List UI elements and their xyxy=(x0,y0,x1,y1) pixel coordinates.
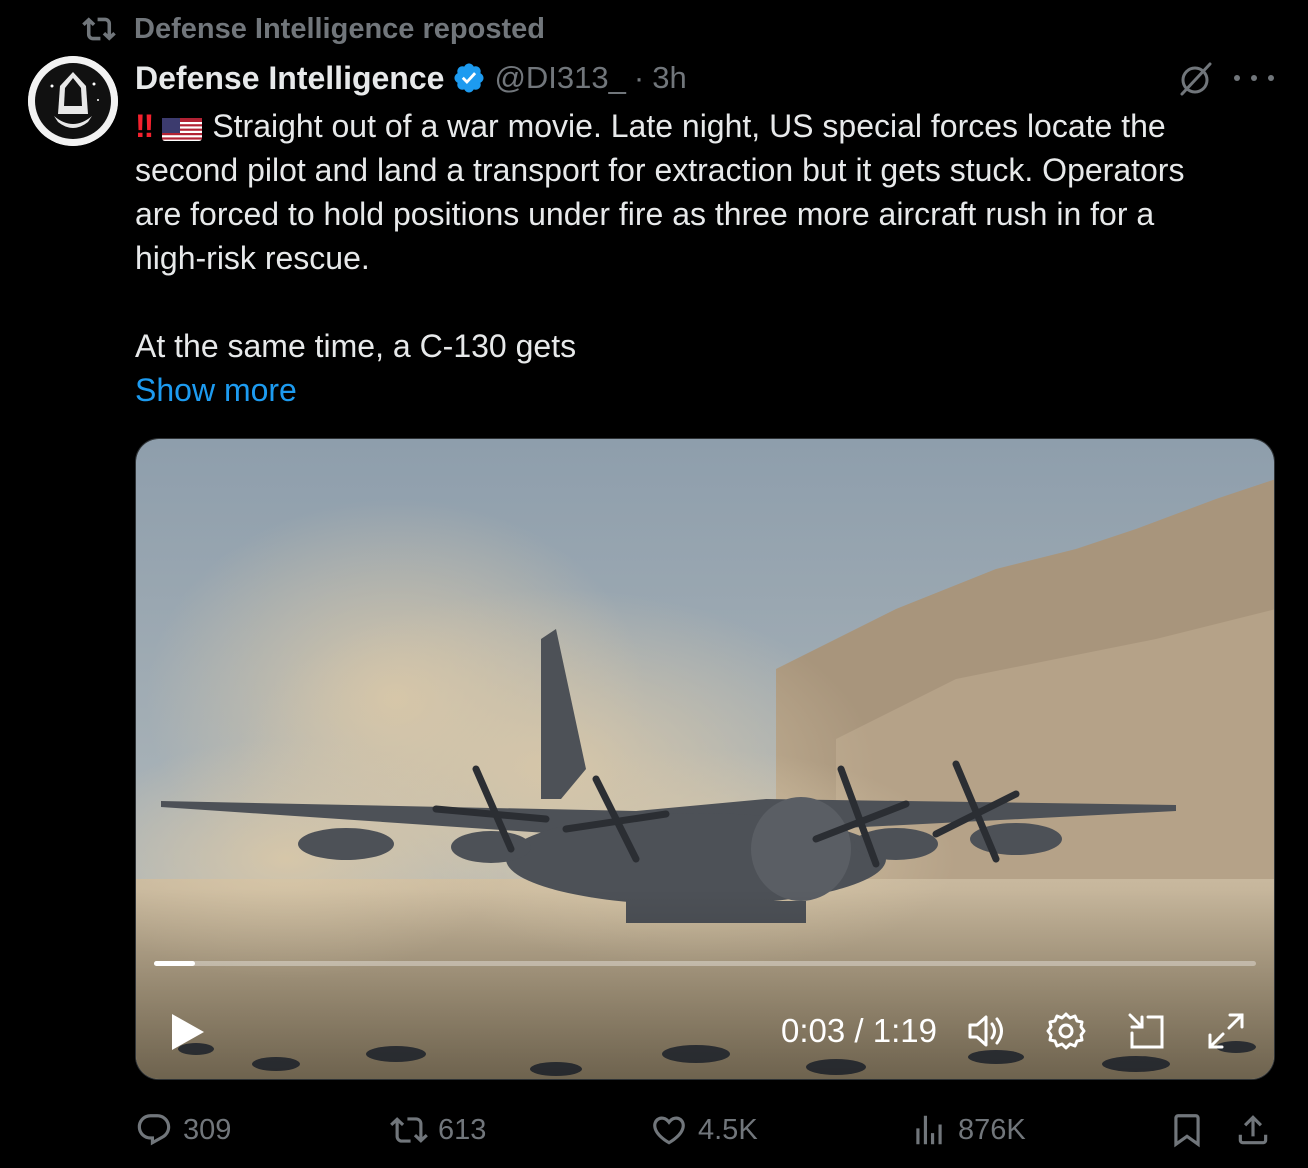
author-handle[interactable]: @DI313_ xyxy=(494,60,625,96)
post-actions: 309 613 4.5K 876K xyxy=(135,1108,1275,1152)
like-count: 4.5K xyxy=(698,1113,758,1146)
repost-label: Defense Intelligence reposted xyxy=(134,12,545,45)
video-time: 0:03 / 1:19 xyxy=(781,1012,937,1049)
play-icon[interactable] xyxy=(166,1011,208,1053)
video-player[interactable]: 0:03 / 1:19 xyxy=(135,438,1275,1080)
video-progress-bar[interactable] xyxy=(154,961,1256,966)
view-count: 876K xyxy=(958,1113,1026,1146)
heart-icon xyxy=(650,1111,688,1149)
repost-icon xyxy=(390,1111,428,1149)
post-text-line: second pilot and land a transport for ex… xyxy=(135,152,1185,188)
bookmark-icon[interactable] xyxy=(1165,1108,1209,1152)
post-text: !! Straight out of a war movie. Late nigh… xyxy=(135,104,1285,368)
reply-icon xyxy=(135,1111,173,1149)
repost-icon xyxy=(82,12,116,46)
grok-icon[interactable] xyxy=(1174,58,1216,100)
author-name[interactable]: Defense Intelligence xyxy=(135,60,444,97)
share-icon[interactable] xyxy=(1231,1108,1275,1152)
post-text-line: are forced to hold positions under fire … xyxy=(135,196,1155,232)
us-flag-icon xyxy=(162,113,203,141)
double-exclamation-icon: !! xyxy=(135,108,154,144)
reply-count: 309 xyxy=(183,1113,232,1146)
show-more-link[interactable]: Show more xyxy=(135,368,297,412)
picture-in-picture-icon[interactable] xyxy=(1124,1009,1168,1053)
post-header: Defense Intelligence @DI313_ · 3h xyxy=(135,56,687,100)
volume-icon[interactable] xyxy=(964,1009,1008,1053)
post-text-segment: Straight out of a war movie. Late night,… xyxy=(212,108,1166,144)
post-timestamp[interactable]: 3h xyxy=(652,60,686,96)
repost-button[interactable]: 613 xyxy=(390,1108,486,1152)
repost-count: 613 xyxy=(438,1113,487,1146)
post-text-line: high-risk rescue. xyxy=(135,240,370,276)
separator-dot: · xyxy=(633,60,645,95)
post-text-line: !! Straight out of a war movie. Late nigh… xyxy=(135,104,1285,148)
video-progress-fill xyxy=(154,961,195,966)
post-text-line: At the same time, a C-130 gets xyxy=(135,328,577,364)
reply-button[interactable]: 309 xyxy=(135,1108,231,1152)
views-button[interactable]: 876K xyxy=(910,1108,1026,1152)
gear-icon[interactable] xyxy=(1044,1009,1088,1053)
video-frame xyxy=(136,439,1274,1079)
verified-badge-icon[interactable] xyxy=(452,61,486,95)
like-button[interactable]: 4.5K xyxy=(650,1108,758,1152)
avatar[interactable] xyxy=(28,56,118,146)
fullscreen-icon[interactable] xyxy=(1204,1009,1248,1053)
more-icon[interactable] xyxy=(1234,60,1274,96)
repost-indicator[interactable]: Defense Intelligence reposted xyxy=(82,10,545,48)
views-icon xyxy=(910,1111,948,1149)
